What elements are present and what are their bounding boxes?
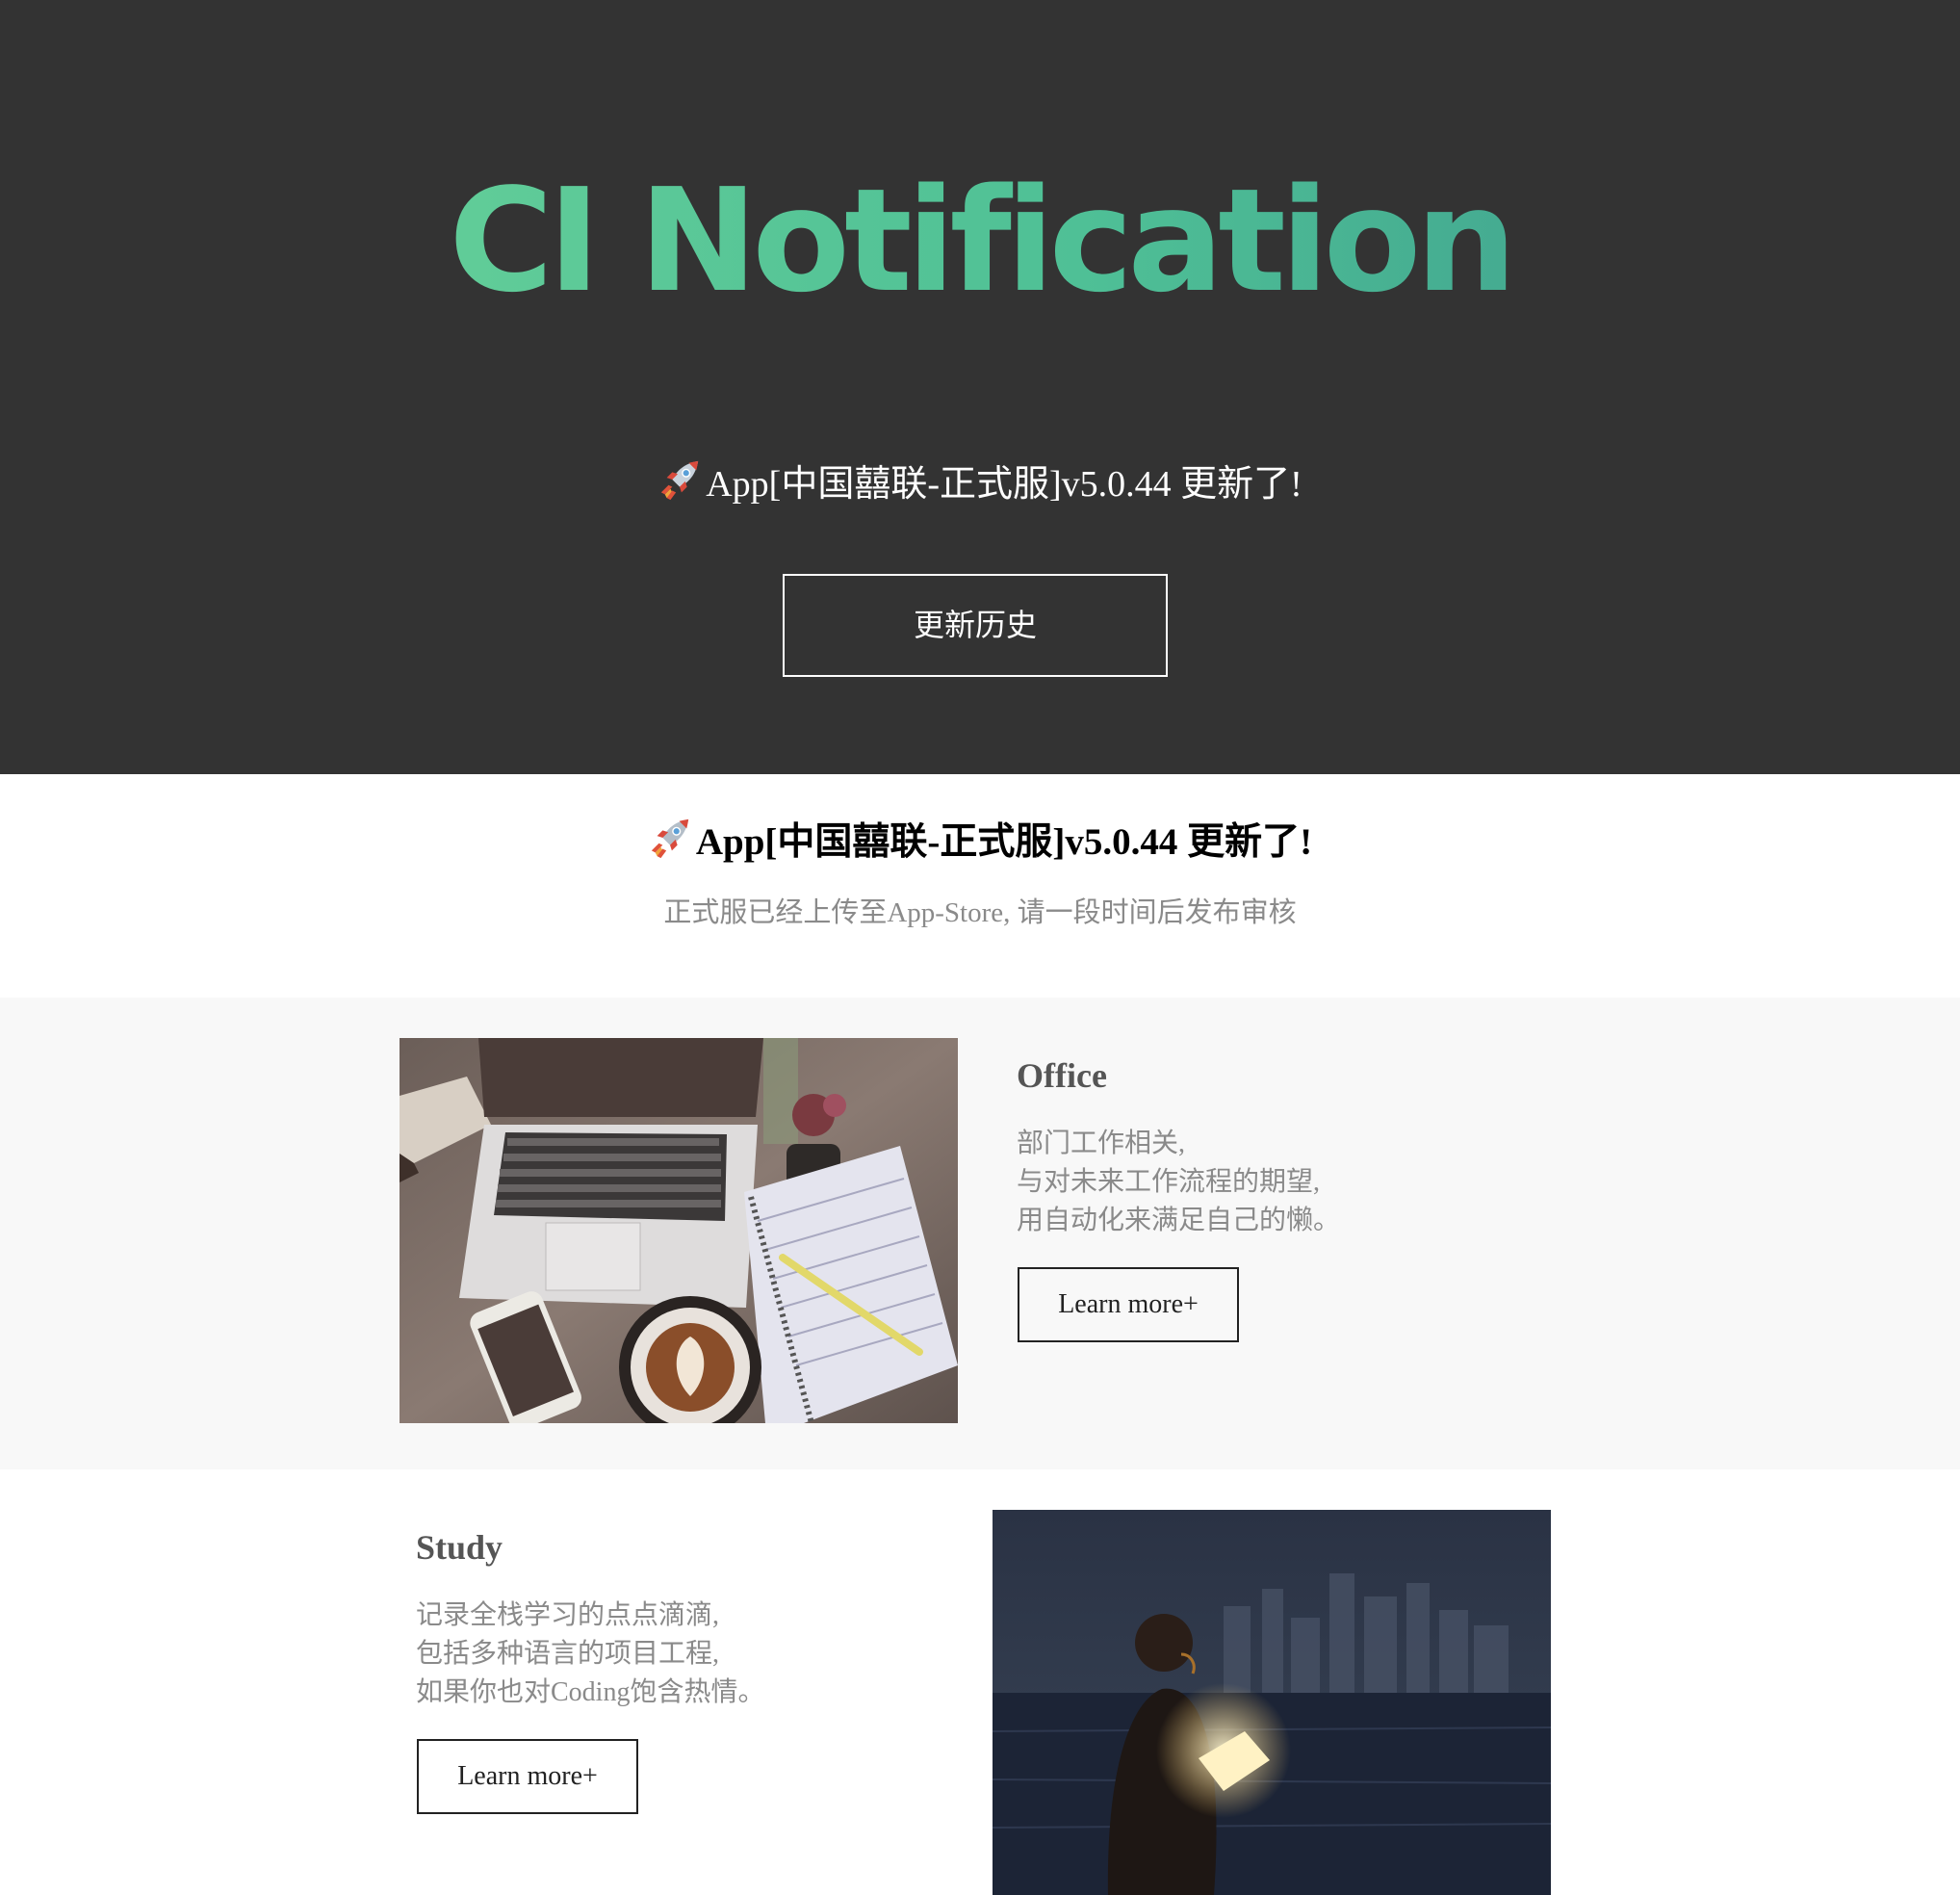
- office-description: 部门工作相关, 与对未来工作流程的期望, 用自动化来满足自己的懒。: [1017, 1125, 1340, 1240]
- study-section: Study 记录全栈学习的点点滴滴, 包括多种语言的项目工程, 如果你也对Cod…: [0, 1469, 1960, 1895]
- office-heading: Office: [1017, 1056, 1107, 1095]
- study-line: 如果你也对Coding饱含热情。: [416, 1677, 765, 1707]
- study-heading: Study: [416, 1528, 503, 1567]
- hero-subtitle-text: App[中国囍联-正式服]v5.0.44 更新了!: [706, 464, 1302, 505]
- man-reading-glowing-book-photo: [993, 1510, 1551, 1895]
- office-line: 用自动化来满足自己的懒。: [1017, 1206, 1341, 1235]
- release-description: 正式服已经上传至App-Store, 请一段时间后发布审核: [663, 897, 1297, 928]
- laptop-desk-photo: [400, 1038, 958, 1423]
- office-line: 部门工作相关,: [1017, 1129, 1186, 1158]
- hero-banner: CI Notification App[中国囍联-正式服]v5.0.44 更新了…: [0, 0, 1960, 774]
- rocket-icon: [651, 818, 689, 859]
- update-history-button[interactable]: 更新历史: [783, 574, 1168, 677]
- rocket-icon: [661, 460, 699, 501]
- release-title-text: App[中国囍联-正式服]v5.0.44 更新了!: [695, 821, 1313, 863]
- hero-title: CI Notification: [0, 144, 1960, 337]
- study-learn-more-button[interactable]: Learn more+: [417, 1739, 638, 1814]
- release-title: App[中国囍联-正式服]v5.0.44 更新了!: [0, 809, 1960, 876]
- study-description: 记录全栈学习的点点滴滴, 包括多种语言的项目工程, 如果你也对Coding饱含热…: [416, 1596, 764, 1712]
- office-learn-more-button[interactable]: Learn more+: [1018, 1267, 1239, 1342]
- study-line: 包括多种语言的项目工程,: [416, 1639, 720, 1669]
- office-line: 与对未来工作流程的期望,: [1017, 1167, 1321, 1197]
- hero-subtitle: App[中国囍联-正式服]v5.0.44 更新了!: [0, 453, 1960, 516]
- study-line: 记录全栈学习的点点滴滴,: [416, 1600, 720, 1630]
- office-section: Office 部门工作相关, 与对未来工作流程的期望, 用自动化来满足自己的懒。…: [0, 998, 1960, 1469]
